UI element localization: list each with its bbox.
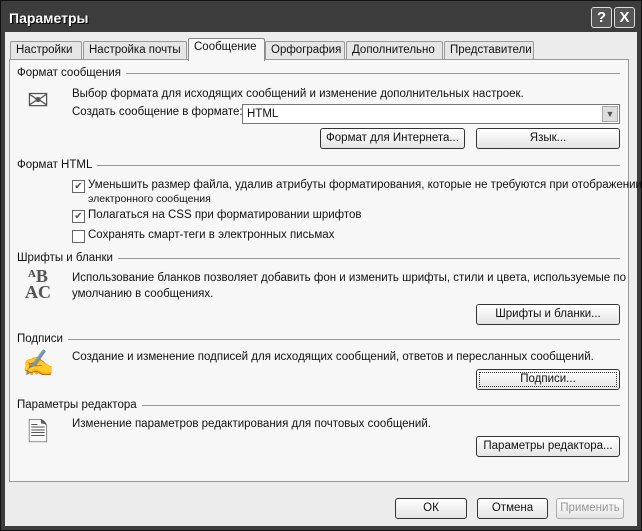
tab-delegates[interactable]: Представители [444,41,534,60]
language-button[interactable]: Язык... [476,128,620,149]
cancel-button[interactable]: Отмена [477,498,548,519]
compose-format-select[interactable]: HTML ▼ [242,104,620,124]
section-heading: Формат HTML [17,159,93,171]
css-fonts-label: Полагаться на CSS при форматировании шри… [88,209,362,221]
tab-message[interactable]: Сообщение [188,38,265,61]
section-heading: Шрифты и бланки [17,252,113,264]
chevron-down-icon[interactable]: ▼ [602,106,618,122]
reduce-size-label-cont: электронного сообщения [88,193,211,205]
message-format-description: Выбор формата для исходящих сообщений и … [72,88,524,100]
compose-format-value: HTML [247,108,279,120]
compose-format-label: Создать сообщение в формате: [72,106,243,118]
css-fonts-checkbox[interactable]: ✔ [72,210,85,223]
editor-description: Изменение параметров редактирования для … [72,418,431,430]
signature-pen-icon: ✍ [22,348,55,378]
tab-settings[interactable]: Настройки [10,41,82,60]
tab-mail-setup[interactable]: Настройка почты [83,41,187,60]
stationery-fonts-button[interactable]: Шрифты и бланки... [476,304,620,325]
section-editor-options: Параметры редактора [17,399,620,411]
editor-document-icon: 🗎 [27,417,49,447]
section-heading: Параметры редактора [17,399,137,411]
smart-tags-label: Сохранять смарт-теги в электронных письм… [88,229,335,241]
apply-button[interactable]: Применить [556,498,624,519]
tab-advanced[interactable]: Дополнительно [346,41,443,60]
stationery-description-1: Использование бланков позволяет добавить… [72,272,626,284]
section-html-format: Формат HTML [17,159,620,171]
help-button[interactable]: ? [591,7,612,28]
stationery-description-2: умолчанию в сообщениях. [72,288,214,300]
close-button[interactable]: X [614,7,635,28]
section-stationery: Шрифты и бланки [17,252,620,264]
fonts-abc-icon: ᴬB AC [25,266,51,302]
signatures-button[interactable]: Подписи... [476,369,620,390]
message-tab-panel: Формат сообщения ✉ Выбор формата для исх… [9,59,642,482]
ok-button[interactable]: ОК [395,498,467,519]
dialog-title: Параметры [9,10,89,26]
dialog-client: Настройки Настройка почты Сообщение Орфо… [5,32,642,526]
internet-format-button[interactable]: Формат для Интернета... [320,128,465,149]
signatures-description: Создание и изменение подписей для исходя… [72,351,594,363]
smart-tags-checkbox[interactable] [72,230,85,243]
reduce-size-label: Уменьшить размер файла, удалив атрибуты … [88,179,642,191]
section-heading: Подписи [17,333,63,345]
section-signatures: Подписи [17,333,620,345]
editor-options-button[interactable]: Параметры редактора... [476,436,620,457]
envelope-icon: ✉ [27,85,49,115]
options-dialog: Параметры ? X Настройки Настройка почты … [0,0,642,531]
tab-spelling[interactable]: Орфография [265,41,345,60]
section-heading: Формат сообщения [17,67,122,79]
reduce-size-checkbox[interactable]: ✔ [72,180,85,193]
section-message-format: Формат сообщения [17,67,620,79]
